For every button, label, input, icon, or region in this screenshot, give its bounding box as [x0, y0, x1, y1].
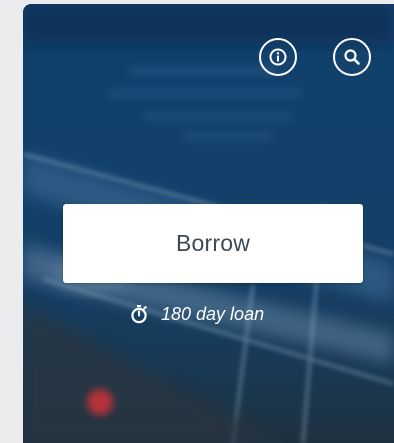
loan-duration-label: 180 day loan [161, 303, 265, 324]
borrow-button[interactable]: Borrow [63, 204, 363, 283]
info-button[interactable] [259, 38, 297, 76]
stopwatch-icon [131, 305, 147, 324]
info-icon [269, 48, 287, 66]
search-button[interactable] [333, 38, 371, 76]
page: Borrow 180 day loan [0, 0, 394, 443]
loan-duration: 180 day loan [130, 302, 264, 326]
borrow-button-label: Borrow [175, 230, 251, 256]
search-icon [344, 49, 360, 65]
book-cover-card: Borrow 180 day loan [23, 4, 394, 443]
